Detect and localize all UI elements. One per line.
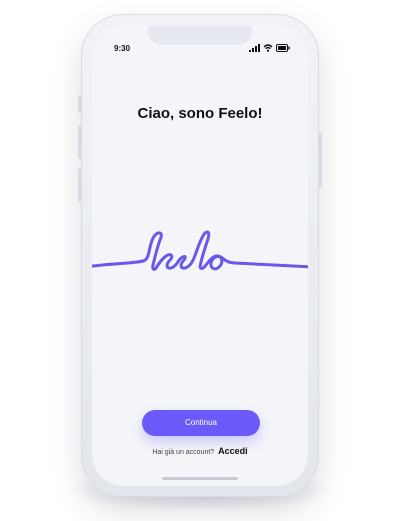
status-bar: 9:30: [92, 26, 308, 56]
feelo-logo: [92, 230, 308, 271]
wifi-icon: [263, 44, 273, 52]
phone-button-left-1: [78, 95, 81, 113]
status-time: 9:30: [114, 44, 131, 53]
login-link[interactable]: Accedi: [218, 446, 248, 456]
phone-button-right: [319, 132, 322, 188]
continue-button[interactable]: Continua: [142, 410, 260, 436]
phone-screen: 9:30 Ciao, sono Feelo! Continua Hai già …: [92, 26, 308, 486]
home-indicator[interactable]: [162, 477, 238, 480]
account-prompt-text: Hai già un account?: [152, 449, 215, 456]
account-prompt-line: Hai già un account? Accedi: [92, 446, 308, 456]
battery-icon: [276, 44, 290, 52]
status-icons: [249, 44, 290, 52]
greeting-title: Ciao, sono Feelo!: [137, 105, 263, 122]
phone-button-left-3: [78, 168, 81, 202]
phone-button-left-2: [78, 125, 81, 159]
cellular-signal-icon: [249, 44, 260, 52]
